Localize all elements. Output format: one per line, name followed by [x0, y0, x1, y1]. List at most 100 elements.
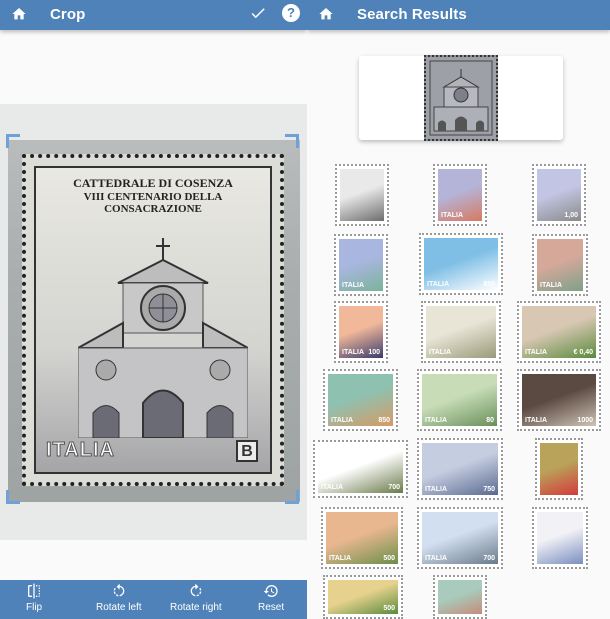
result-stamp[interactable]: ITALIA 850 [323, 369, 398, 431]
result-stamp[interactable]: ITALIA 500 [321, 507, 403, 569]
rotate-right-button[interactable]: Rotate right [170, 583, 222, 613]
result-stamp[interactable]: ITALIA [334, 234, 388, 296]
flip-icon [28, 583, 41, 599]
cathedral-thumbnail-illustration [426, 57, 496, 139]
rotate-right-icon [190, 583, 202, 597]
result-stamp[interactable] [433, 575, 487, 619]
result-stamp[interactable]: ITALIA € 0,40 [517, 301, 601, 363]
stamp-country: ITALIA [331, 417, 354, 424]
stamp-value: 500 [383, 605, 395, 612]
result-stamp[interactable] [535, 438, 583, 500]
rotate-left-icon [113, 583, 125, 597]
result-stamp[interactable]: 1,00 [532, 164, 586, 226]
page-title: Search Results [357, 6, 467, 23]
crop-handle-bottom-right[interactable] [285, 490, 299, 504]
crop-handle-top-left[interactable] [6, 134, 20, 148]
result-stamp[interactable]: ITALIA [433, 164, 487, 226]
stamp-value: € 0,40 [573, 349, 593, 356]
stamp-artwork: ITALIA 700 [422, 512, 498, 564]
stamp-country: ITALIA [425, 417, 448, 424]
check-icon[interactable] [249, 4, 267, 22]
stamp-artwork [340, 169, 384, 221]
help-icon[interactable]: ? [282, 4, 300, 22]
flip-label: Flip [26, 602, 43, 613]
crop-toolbar: Flip Rotate left Rotate right Reset [0, 580, 307, 619]
stamp-artwork: ITALIA 850 [328, 374, 393, 426]
stamp-artwork: ITALIA 1000 [522, 374, 596, 426]
result-stamp[interactable]: ITALIA [532, 234, 588, 296]
stamp-artwork: ITALIA 80 [422, 374, 497, 426]
stamp-artwork: ITALIA 500 [326, 512, 398, 564]
stamp-denomination: B [236, 440, 258, 462]
stamp-artwork: ITALIA 700 [318, 445, 403, 493]
result-stamp[interactable] [532, 507, 588, 569]
stamp-country: ITALIA [441, 212, 464, 219]
result-stamp[interactable]: ITALIA 700 [417, 507, 503, 569]
crop-handle-bottom-left[interactable] [6, 490, 20, 504]
stamp-artwork: ITALIA [537, 239, 583, 291]
stamp-country: ITALIA [321, 484, 344, 491]
stamp-artwork: ITALIA 750 [422, 443, 498, 495]
crop-canvas[interactable]: CATTEDRALE DI COSENZA VIII CENTENARIO DE… [0, 104, 307, 540]
stamp-country: ITALIA [342, 282, 365, 289]
result-stamp[interactable]: ITALIA 80 [417, 369, 502, 431]
result-stamp[interactable]: ITALIA 100 [334, 301, 388, 363]
crop-screen: Crop ? CATTEDRALE DI COSENZA VIII CENTEN… [0, 0, 307, 619]
result-stamp[interactable]: ITALIA 700 [313, 440, 408, 498]
query-stamp-thumbnail[interactable] [424, 55, 498, 141]
stamp-country: ITALIA [425, 555, 448, 562]
search-results-screen: Search Results ITALIA 1,00 ITALIA ITALIA 850… [307, 0, 610, 619]
stamp-country: ITALIA [329, 555, 352, 562]
cathedral-illustration [78, 238, 248, 438]
results-app-bar: Search Results [307, 0, 610, 30]
stamp-artwork [540, 443, 578, 495]
home-icon[interactable] [318, 6, 334, 22]
stamp-value: 80 [486, 417, 494, 424]
stamp-artwork: 500 [328, 580, 398, 614]
reset-history-icon [263, 585, 278, 597]
stamp-value: 750 [483, 486, 495, 493]
stamp-value: 1000 [577, 417, 593, 424]
rotate-left-label: Rotate left [96, 602, 142, 613]
home-icon[interactable] [11, 6, 27, 22]
stamp-value: 700 [483, 555, 495, 562]
flip-button[interactable]: Flip [26, 583, 42, 613]
stamp-value: 500 [383, 555, 395, 562]
stamp-artwork [438, 580, 482, 614]
stamp-value: 850 [378, 417, 390, 424]
stamp-artwork: ITALIA 100 [339, 306, 383, 358]
result-stamp[interactable]: ITALIA [421, 301, 501, 363]
stamp-caption-line1: CATTEDRALE DI COSENZA [73, 176, 233, 190]
stamp-value: 100 [368, 349, 380, 356]
stamp-value: 850 [483, 281, 495, 288]
crop-handle-top-right[interactable] [285, 134, 299, 148]
stamp-caption-line2: VIII CENTENARIO DELLA CONSACRAZIONE [83, 191, 223, 215]
stamp-artwork: 1,00 [537, 169, 581, 221]
reset-label: Reset [258, 602, 285, 613]
stamp-artwork: ITALIA € 0,40 [522, 306, 596, 358]
stamp-country: ITALIA [46, 439, 115, 462]
result-stamp[interactable]: 500 [323, 575, 403, 619]
page-title: Crop [50, 6, 86, 23]
stamp-country: ITALIA [342, 349, 365, 356]
stamp-value: 1,00 [564, 212, 578, 219]
stamp-country: ITALIA [425, 486, 448, 493]
stamp-artwork: ITALIA [426, 306, 496, 358]
result-stamp[interactable]: ITALIA 850 [419, 233, 503, 295]
stamp-value: 700 [388, 484, 400, 491]
stamp-country: ITALIA [429, 349, 452, 356]
query-image-card [359, 55, 563, 141]
stamp-country: ITALIA [525, 417, 548, 424]
crop-app-bar: Crop ? [0, 0, 307, 30]
rotate-right-label: Rotate right [170, 602, 222, 613]
result-stamp[interactable]: ITALIA 750 [417, 438, 503, 500]
stamp-country: ITALIA [427, 281, 450, 288]
result-stamp[interactable]: ITALIA 1000 [517, 369, 601, 431]
reset-button[interactable]: Reset [258, 583, 284, 613]
stamp-image: CATTEDRALE DI COSENZA VIII CENTENARIO DE… [22, 154, 284, 486]
stamp-country: ITALIA [540, 282, 563, 289]
rotate-left-button[interactable]: Rotate left [96, 583, 142, 613]
stamp-artwork: ITALIA [438, 169, 482, 221]
stamp-artwork: ITALIA 850 [424, 238, 498, 290]
result-stamp[interactable] [335, 164, 389, 226]
